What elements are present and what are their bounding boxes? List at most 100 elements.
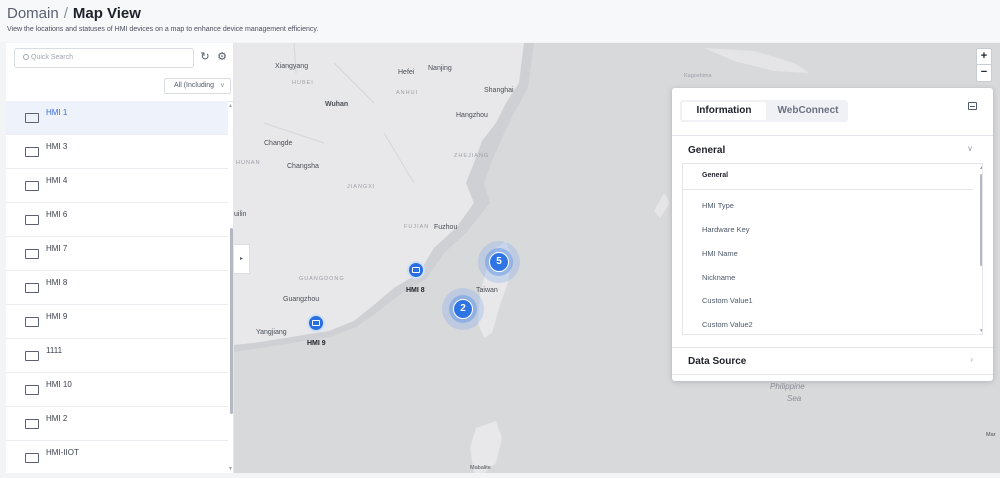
device-checkbox[interactable] bbox=[25, 147, 39, 157]
device-list-panel: Quick Search ↻ ⚙ All (Including ∨ HMI 1 H… bbox=[6, 43, 234, 473]
search-placeholder: Quick Search bbox=[31, 54, 74, 61]
settings-icon[interactable]: ⚙ bbox=[216, 51, 228, 63]
map-label-zhejiang: ZHEJIANG bbox=[454, 153, 490, 159]
chevron-right-icon: › bbox=[970, 355, 973, 364]
list-item[interactable]: HMI 6 bbox=[6, 203, 228, 237]
device-list[interactable]: HMI 1 HMI 3 HMI 4 HMI 6 HMI 7 HMI 8 HMI … bbox=[6, 101, 228, 473]
field-label: Custom Value2 bbox=[702, 320, 753, 329]
map-label-hefei: Hefei bbox=[398, 69, 415, 76]
divider bbox=[672, 347, 993, 348]
list-item[interactable]: HMI-IIOT bbox=[6, 441, 228, 473]
map-label-yangjiang: Yangjiang bbox=[256, 329, 287, 336]
zoom-in-button[interactable]: + bbox=[977, 49, 991, 65]
device-cluster[interactable]: 2 bbox=[442, 288, 484, 330]
general-subheader-label: General bbox=[702, 172, 729, 179]
hmi-marker-label: HMI 8 bbox=[406, 287, 425, 294]
device-name: HMI 3 bbox=[46, 142, 68, 151]
page-title: Domain / Map View bbox=[7, 5, 141, 22]
device-checkbox[interactable] bbox=[25, 419, 39, 429]
device-name: HMI 6 bbox=[46, 210, 68, 219]
general-fields-box: General HMI Type Hardware Key HMI Name N… bbox=[682, 163, 983, 335]
search-icon bbox=[23, 54, 29, 60]
breadcrumb-separator: / bbox=[63, 5, 68, 22]
map-label-mabalite: Mabalite bbox=[470, 465, 491, 471]
map-label-changsha: Changsha bbox=[287, 163, 319, 170]
list-item[interactable]: HMI 3 bbox=[6, 135, 228, 169]
page-subtitle: View the locations and statuses of HMI d… bbox=[7, 26, 319, 33]
field-label: Nickname bbox=[702, 273, 736, 282]
device-name: HMI 7 bbox=[46, 244, 68, 253]
list-item[interactable]: 1111 bbox=[6, 339, 228, 373]
device-name: HMI 8 bbox=[46, 278, 68, 287]
device-name: HMI-IIOT bbox=[46, 448, 79, 457]
monitor-icon bbox=[412, 267, 420, 273]
hmi-marker[interactable] bbox=[407, 261, 425, 279]
list-item[interactable]: HMI 1 bbox=[6, 101, 228, 135]
section-title: General bbox=[688, 145, 726, 156]
list-item[interactable]: HMI 2 bbox=[6, 407, 228, 441]
chevron-down-icon: ∨ bbox=[967, 144, 973, 153]
scroll-down-icon[interactable]: ▼ bbox=[979, 328, 982, 334]
list-scrollbar[interactable] bbox=[230, 228, 233, 414]
device-checkbox[interactable] bbox=[25, 453, 39, 463]
map-label-hubei: HUBEI bbox=[292, 80, 314, 86]
device-name: HMI 4 bbox=[46, 176, 68, 185]
list-item[interactable]: HMI 7 bbox=[6, 237, 228, 271]
fields-scrollbar[interactable] bbox=[980, 174, 982, 266]
device-checkbox[interactable] bbox=[25, 181, 39, 191]
device-name: HMI 9 bbox=[46, 312, 68, 321]
device-cluster[interactable]: 5 bbox=[478, 241, 520, 283]
info-tabs: Information WebConnect bbox=[680, 100, 848, 122]
list-item[interactable]: HMI 4 bbox=[6, 169, 228, 203]
breadcrumb-root[interactable]: Domain bbox=[7, 5, 59, 22]
device-info-panel: Information WebConnect General ∨ General… bbox=[672, 88, 993, 381]
device-checkbox[interactable] bbox=[25, 283, 39, 293]
field-label: HMI Name bbox=[702, 249, 738, 258]
device-name: HMI 1 bbox=[46, 108, 68, 117]
section-data-source-header[interactable]: Data Source › bbox=[672, 349, 993, 375]
scroll-up-icon[interactable]: ▲ bbox=[979, 165, 982, 171]
tab-webconnect[interactable]: WebConnect bbox=[770, 102, 846, 120]
scroll-up-icon[interactable]: ▲ bbox=[228, 103, 233, 109]
section-general-header[interactable]: General ∨ bbox=[672, 138, 993, 164]
field-label: Hardware Key bbox=[702, 225, 750, 234]
tab-information[interactable]: Information bbox=[682, 102, 766, 120]
map-label-changde: Changde bbox=[264, 140, 293, 147]
filter-select[interactable]: All (Including ∨ bbox=[164, 78, 231, 94]
chevron-down-icon: ∨ bbox=[219, 82, 225, 89]
map-label-hunan: HUNAN bbox=[236, 160, 261, 166]
map-label-hangzhou: Hangzhou bbox=[456, 112, 488, 119]
caret-right-icon: ▸ bbox=[239, 256, 243, 262]
map-label-nanjing: Nanjing bbox=[428, 65, 452, 72]
list-item[interactable]: HMI 8 bbox=[6, 271, 228, 305]
general-subheader: General bbox=[683, 164, 973, 190]
refresh-icon[interactable]: ↻ bbox=[199, 51, 211, 63]
device-checkbox[interactable] bbox=[25, 215, 39, 225]
device-checkbox[interactable] bbox=[25, 317, 39, 327]
quick-search-input[interactable]: Quick Search bbox=[14, 48, 194, 68]
minimize-panel-icon[interactable] bbox=[968, 102, 977, 110]
list-item[interactable]: HMI 9 bbox=[6, 305, 228, 339]
monitor-icon bbox=[312, 320, 320, 326]
field-label: HMI Type bbox=[702, 201, 734, 210]
hmi-marker[interactable] bbox=[307, 314, 325, 332]
field-label: Custom Value1 bbox=[702, 296, 753, 305]
hmi-marker-label: HMI 9 bbox=[307, 340, 326, 347]
device-checkbox[interactable] bbox=[25, 351, 39, 361]
page-header: Domain / Map View View the locations and s… bbox=[0, 0, 1000, 42]
collapse-panel-button[interactable]: ▸ bbox=[234, 244, 250, 274]
device-name: HMI 2 bbox=[46, 414, 68, 423]
list-item[interactable]: HMI 10 bbox=[6, 373, 228, 407]
map-label-guangzhou: Guangzhou bbox=[283, 296, 320, 303]
device-checkbox[interactable] bbox=[25, 385, 39, 395]
map-label-xiangyang: Xiangyang bbox=[275, 63, 309, 70]
map-label-guangdong: GUANGDONG bbox=[299, 276, 345, 282]
zoom-control: + − bbox=[976, 48, 992, 82]
map-label-taiwan: Taiwan bbox=[476, 287, 498, 294]
device-checkbox[interactable] bbox=[25, 113, 39, 123]
device-checkbox[interactable] bbox=[25, 249, 39, 259]
map-label-fujian: FUJIAN bbox=[404, 224, 430, 230]
map-label-wuhan: Wuhan bbox=[325, 101, 349, 108]
zoom-out-button[interactable]: − bbox=[977, 65, 991, 81]
scroll-down-icon[interactable]: ▼ bbox=[228, 466, 233, 472]
